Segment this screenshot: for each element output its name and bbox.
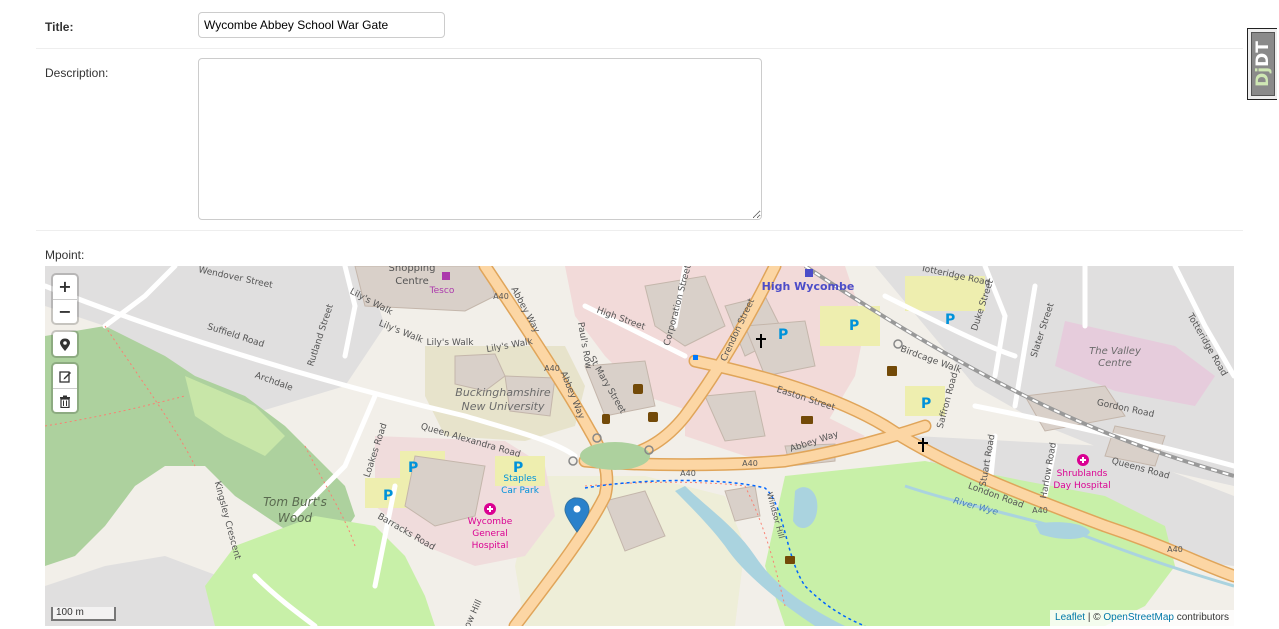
leaflet-link[interactable]: Leaflet xyxy=(1055,612,1085,623)
draw-control xyxy=(53,364,77,412)
debug-toolbar-handle[interactable]: DjDT xyxy=(1247,28,1277,100)
label-tom-burts: Tom Burt's xyxy=(263,495,327,509)
parking-icon: P xyxy=(945,312,955,328)
parking-icon: P xyxy=(408,460,418,476)
edit-icon xyxy=(58,371,71,383)
label-lilys-walk: Lily's Walk xyxy=(427,338,475,348)
label-a40: A40 xyxy=(544,364,560,373)
label-a40: A40 xyxy=(1167,545,1183,554)
title-input[interactable] xyxy=(198,12,445,38)
label-a40: A40 xyxy=(1032,506,1048,515)
label-a40: A40 xyxy=(493,292,509,301)
mpoint-label: Mpoint: xyxy=(45,248,85,262)
label-the-valley: The Valley xyxy=(1089,346,1142,357)
station-icon xyxy=(805,269,813,277)
map-attribution: Leaflet | © OpenStreetMap contributors xyxy=(1050,610,1234,626)
parking-icon: P xyxy=(778,327,788,343)
attribution-suffix: contributors xyxy=(1173,612,1229,623)
label-wycombe: Wycombe xyxy=(468,517,513,527)
debug-toolbar-text: DjDT xyxy=(1253,41,1273,87)
zoom-control: + − xyxy=(53,275,77,323)
trash-icon xyxy=(60,395,70,409)
description-textarea[interactable] xyxy=(198,58,762,220)
zoom-out-button[interactable]: − xyxy=(53,299,77,323)
picnic-icon xyxy=(785,556,795,564)
parking-icon: P xyxy=(921,396,931,412)
map-tiles[interactable]: Shopping Centre Tesco High Wycombe Wendo… xyxy=(45,266,1234,626)
parking-icon: P xyxy=(513,460,523,476)
courthouse-icon xyxy=(801,416,813,424)
zoom-in-button[interactable]: + xyxy=(53,275,77,299)
location-pin-icon xyxy=(60,338,70,351)
parking-icon: P xyxy=(849,318,859,334)
parking-icon: P xyxy=(383,488,393,504)
label-shopping-centre: Centre xyxy=(395,276,428,287)
label-hospital: Hospital xyxy=(472,541,509,551)
delete-layer-button[interactable] xyxy=(53,388,77,412)
attraction-icon xyxy=(887,366,897,376)
label-shopping: Shopping xyxy=(389,266,436,274)
label-shrublands: Shrublands xyxy=(1057,469,1108,479)
title-row: Title: xyxy=(36,0,1243,49)
description-row: Description: xyxy=(36,48,1243,231)
roundabout-island xyxy=(580,442,650,470)
label-a40: A40 xyxy=(680,469,696,478)
label-new-university: New University xyxy=(462,400,545,413)
marker-dot xyxy=(573,505,581,513)
edit-layer-button[interactable] xyxy=(53,364,77,388)
museum-icon xyxy=(648,412,658,422)
label-buckinghamshire: Buckinghamshire xyxy=(455,386,551,399)
locate-button[interactable] xyxy=(53,332,77,356)
description-label: Description: xyxy=(45,66,109,80)
label-day-hospital: Day Hospital xyxy=(1053,481,1110,491)
theatre-icon xyxy=(633,384,643,394)
label-wood: Wood xyxy=(278,511,313,525)
label-car-park: Car Park xyxy=(501,486,540,496)
scale-bar: 100 m xyxy=(51,607,116,621)
title-label: Title: xyxy=(45,20,74,34)
poi-dot xyxy=(693,355,698,360)
label-general: General xyxy=(472,529,507,539)
osm-link[interactable]: OpenStreetMap xyxy=(1103,612,1174,623)
label-tesco: Tesco xyxy=(429,286,455,296)
map-widget[interactable]: Shopping Centre Tesco High Wycombe Wendo… xyxy=(45,266,1234,626)
label-valley-centre: Centre xyxy=(1098,358,1132,369)
debug-toolbar-logo: DjDT xyxy=(1251,32,1275,96)
attribution-separator: | © xyxy=(1085,612,1104,623)
shop-icon xyxy=(442,272,450,280)
fire-icon xyxy=(602,414,610,424)
label-a40: A40 xyxy=(742,459,758,468)
locate-control xyxy=(53,332,77,356)
label-high-wycombe: High Wycombe xyxy=(762,280,855,293)
